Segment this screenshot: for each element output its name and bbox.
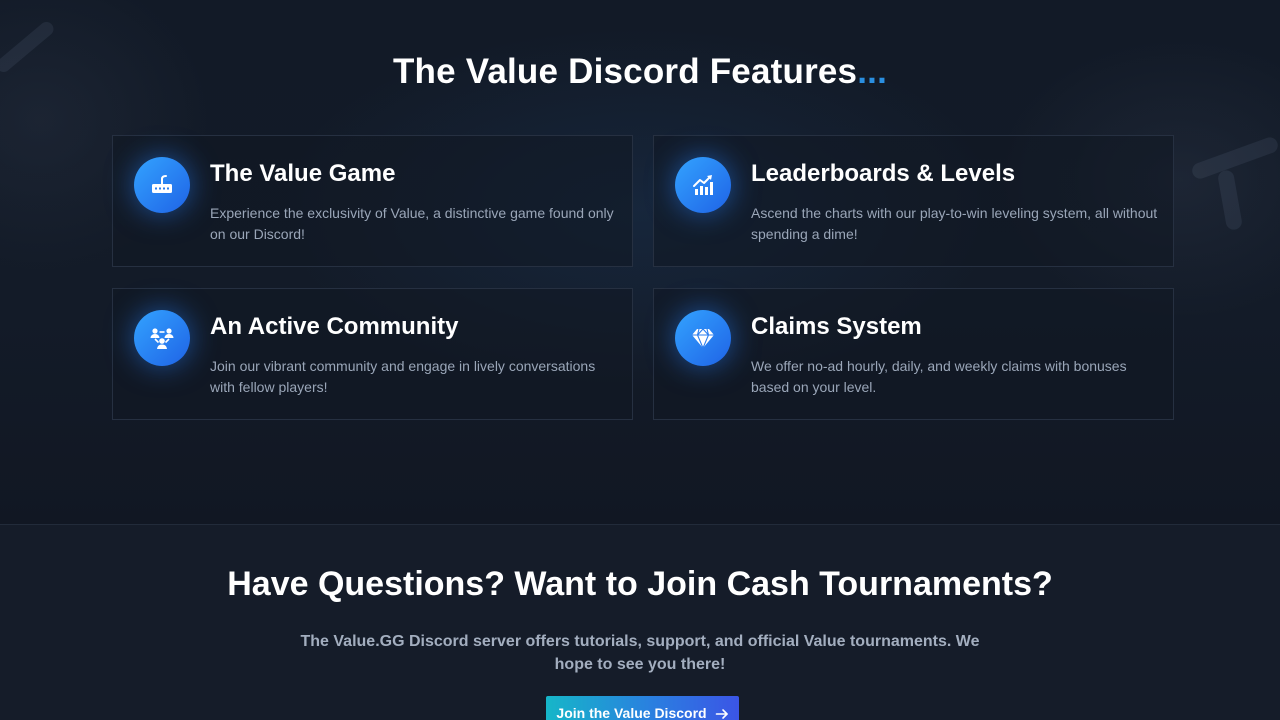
card-description: Join our vibrant community and engage in… [210, 358, 596, 395]
card-description: We offer no-ad hourly, daily, and weekly… [751, 358, 1127, 395]
card-title: Leaderboards & Levels [751, 160, 1016, 187]
questions-section: Have Questions? Want to Join Cash Tourna… [0, 524, 1280, 720]
page: The Value Discord Features... The Value … [0, 0, 1280, 720]
card-title: An Active Community [210, 313, 459, 340]
questions-title: Have Questions? Want to Join Cash Tourna… [227, 565, 1053, 603]
features-title: The Value Discord Features... [392, 52, 888, 91]
arrow-right-icon [715, 709, 728, 719]
feature-card-leaderboards: Leaderboards & Levels Ascend the charts … [653, 135, 1174, 267]
title-dots: ... [857, 52, 888, 91]
features-section: The Value Discord Features... The Value … [0, 0, 1280, 524]
background-decoration [1216, 169, 1244, 231]
join-discord-button-label: Join the Value Discord [556, 705, 707, 720]
chart-growth-icon [675, 157, 731, 213]
card-description: Experience the exclusivity of Value, a d… [210, 205, 614, 242]
card-title: Claims System [751, 313, 922, 340]
diamond-icon [675, 310, 731, 366]
feature-card-value-game: The Value Game Experience the exclusivit… [112, 135, 633, 267]
background-decoration [1189, 135, 1280, 181]
join-discord-button[interactable]: Join the Value Discord [546, 696, 739, 720]
card-title: The Value Game [210, 160, 396, 187]
questions-description: The Value.GG Discord server offers tutor… [300, 633, 980, 673]
game-controller-icon [134, 157, 190, 213]
feature-card-community: An Active Community Join our vibrant com… [112, 288, 633, 420]
community-icon [134, 310, 190, 366]
card-description: Ascend the charts with our play-to-win l… [751, 205, 1158, 242]
feature-card-claims: Claims System We offer no-ad hourly, dai… [653, 288, 1174, 420]
